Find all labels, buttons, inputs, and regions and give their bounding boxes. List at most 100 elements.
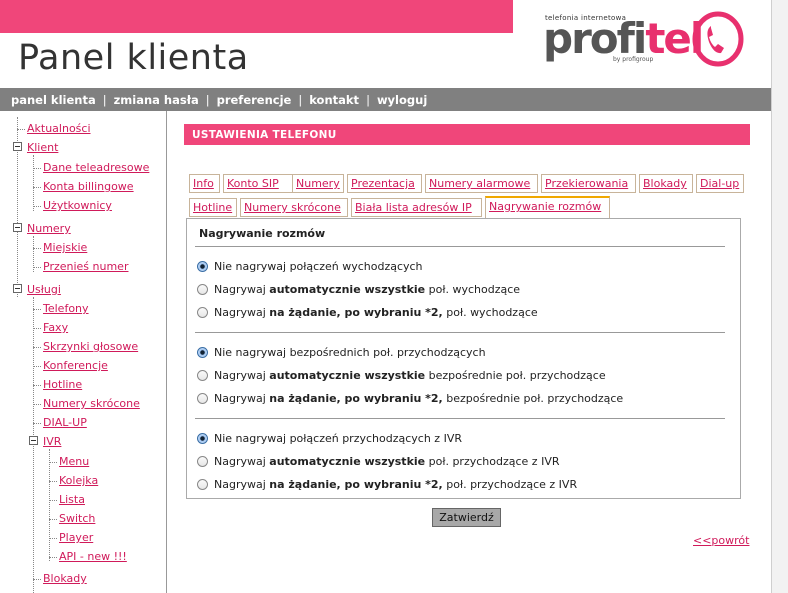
radio-ivr-ondemand[interactable] (197, 478, 208, 490)
sidebar-item-skrzynki-glosowe[interactable]: Skrzynki głosowe (43, 340, 138, 353)
sidebar-item-numery[interactable]: Numery (27, 222, 71, 235)
tree-branch (33, 267, 41, 268)
sidebar-item-telefony[interactable]: Telefony (43, 302, 89, 315)
collapse-klient-icon[interactable] (13, 142, 22, 151)
header-pink-band (0, 0, 513, 33)
tree-branch (33, 423, 41, 424)
tab-numery-skrocone[interactable]: Numery skrócone (240, 198, 348, 217)
sidebar-item-uslugi[interactable]: Usługi (27, 283, 61, 296)
radio-row[interactable]: Nie nagrywaj połączeń przychodzących z I… (197, 432, 462, 445)
divider (195, 246, 725, 247)
tree-guide (33, 297, 34, 593)
tab-blokady[interactable]: Blokady (639, 174, 693, 193)
sidebar-item-miejskie[interactable]: Miejskie (43, 241, 87, 254)
sidebar-item-blokady[interactable]: Blokady (43, 572, 87, 585)
tab-dial-up[interactable]: Dial-up (696, 174, 744, 193)
tree-branch (33, 328, 41, 329)
collapse-uslugi-icon[interactable] (13, 284, 22, 293)
radio-row[interactable]: Nie nagrywaj bezpośrednich poł. przychod… (197, 346, 486, 359)
profitel-logo: telefonia internetowa profitel by profig… (543, 8, 748, 68)
sidebar-item-hotline[interactable]: Hotline (43, 378, 82, 391)
collapse-ivr-icon[interactable] (29, 436, 38, 445)
radio-row[interactable]: Nagrywaj automatycznie wszystkie poł. wy… (197, 283, 520, 296)
radio-row[interactable]: Nagrywaj na żądanie, po wybraniu *2, poł… (197, 306, 538, 319)
sidebar-item-klient[interactable]: Klient (27, 141, 58, 154)
sidebar-item-uzytkownicy[interactable]: Użytkownicy (43, 199, 112, 212)
tree-branch (33, 206, 41, 207)
tree-branch (49, 462, 57, 463)
tree-branch (33, 347, 41, 348)
section-title: USTAWIENIA TELEFONU (192, 129, 337, 141)
radio-ivr-none[interactable] (197, 432, 208, 444)
tree-branch (49, 557, 57, 558)
top-nav-bar: panel klienta | zmiana hasła | preferencje | k… (0, 88, 771, 111)
sidebar-item-kolejka[interactable]: Kolejka (59, 474, 98, 487)
radio-row[interactable]: Nagrywaj na żądanie, po wybraniu *2, poł… (197, 478, 577, 491)
tree-guide (49, 449, 50, 561)
radio-row[interactable]: Nie nagrywaj połączeń wychodzących (197, 260, 423, 273)
tree-branch (33, 168, 41, 169)
tab-prezentacja[interactable]: Prezentacja (347, 174, 422, 193)
sidebar-item-aktualnosci[interactable]: Aktualności (27, 122, 91, 135)
sidebar-item-przenies-numer[interactable]: Przenieś numer (43, 260, 128, 273)
sidebar-item-menu[interactable]: Menu (59, 455, 89, 468)
logo-byline: by profigroup (613, 56, 654, 63)
window-right-edge (771, 0, 788, 593)
sidebar-item-faxy[interactable]: Faxy (43, 321, 68, 334)
tab-przekierowania[interactable]: Przekierowania (541, 174, 636, 193)
phone-handset-icon (692, 11, 744, 67)
logo-wordmark: profitel (543, 14, 704, 63)
tree-guide (33, 155, 34, 211)
radio-row[interactable]: Nagrywaj automatycznie wszystkie bezpośr… (197, 369, 606, 382)
tree-branch (49, 481, 57, 482)
panel-title: Nagrywanie rozmów (199, 227, 326, 240)
radio-in-ondemand[interactable] (197, 392, 208, 404)
nav-panel-klienta[interactable]: panel klienta (11, 93, 96, 107)
sidebar-item-switch[interactable]: Switch (59, 512, 95, 525)
tree-branch (49, 500, 57, 501)
tab-numery[interactable]: Numery (292, 174, 344, 193)
sidebar-item-konferencje[interactable]: Konferencje (43, 359, 108, 372)
tab-biala-lista-ip[interactable]: Biała lista adresów IP (351, 198, 482, 217)
tree-branch (33, 309, 41, 310)
sidebar-item-ivr[interactable]: IVR (43, 435, 61, 448)
divider (195, 418, 725, 419)
sidebar-item-dial-up[interactable]: DIAL-UP (43, 416, 87, 429)
radio-out-auto[interactable] (197, 283, 208, 295)
radio-row[interactable]: Nagrywaj automatycznie wszystkie poł. pr… (197, 455, 559, 468)
nav-wyloguj[interactable]: wyloguj (377, 93, 427, 107)
tree-branch (33, 187, 41, 188)
tree-branch (49, 519, 57, 520)
sidebar-item-lista[interactable]: Lista (59, 493, 85, 506)
tab-hotline[interactable]: Hotline (189, 198, 237, 217)
divider (195, 332, 725, 333)
sidebar-item-konta-billingowe[interactable]: Konta billingowe (43, 180, 134, 193)
radio-row[interactable]: Nagrywaj na żądanie, po wybraniu *2, bez… (197, 392, 623, 405)
radio-in-auto[interactable] (197, 369, 208, 381)
radio-ivr-auto[interactable] (197, 455, 208, 467)
tree-branch (33, 248, 41, 249)
sidebar-item-api-new[interactable]: API - new !!! (59, 550, 127, 563)
radio-out-ondemand[interactable] (197, 306, 208, 318)
tree-branch (33, 366, 41, 367)
tree-branch (33, 579, 41, 580)
nav-kontakt[interactable]: kontakt (309, 93, 359, 107)
section-header: USTAWIENIA TELEFONU (184, 124, 750, 145)
collapse-numery-icon[interactable] (13, 223, 22, 232)
tab-info[interactable]: Info (189, 174, 220, 193)
sidebar-item-numery-skrocone[interactable]: Numery skrócone (43, 397, 140, 410)
back-link[interactable]: <<powrót (693, 534, 749, 547)
nav-preferencje[interactable]: preferencje (217, 93, 292, 107)
sidebar-tree: Aktualności Klient Dane teleadresowe Kon… (0, 111, 166, 593)
nav-zmiana-hasla[interactable]: zmiana hasła (114, 93, 199, 107)
radio-in-none[interactable] (197, 346, 208, 358)
tab-nagrywanie-rozmow[interactable]: Nagrywanie rozmów (485, 196, 610, 218)
tree-branch (17, 129, 25, 130)
page-title: Panel klienta (18, 38, 249, 78)
submit-button[interactable]: Zatwierdź (432, 508, 501, 527)
sidebar-item-player[interactable]: Player (59, 531, 93, 544)
sidebar-item-dane-teleadresowe[interactable]: Dane teleadresowe (43, 161, 149, 174)
tab-numery-alarmowe[interactable]: Numery alarmowe (425, 174, 538, 193)
tree-branch (49, 538, 57, 539)
radio-out-none[interactable] (197, 260, 208, 272)
